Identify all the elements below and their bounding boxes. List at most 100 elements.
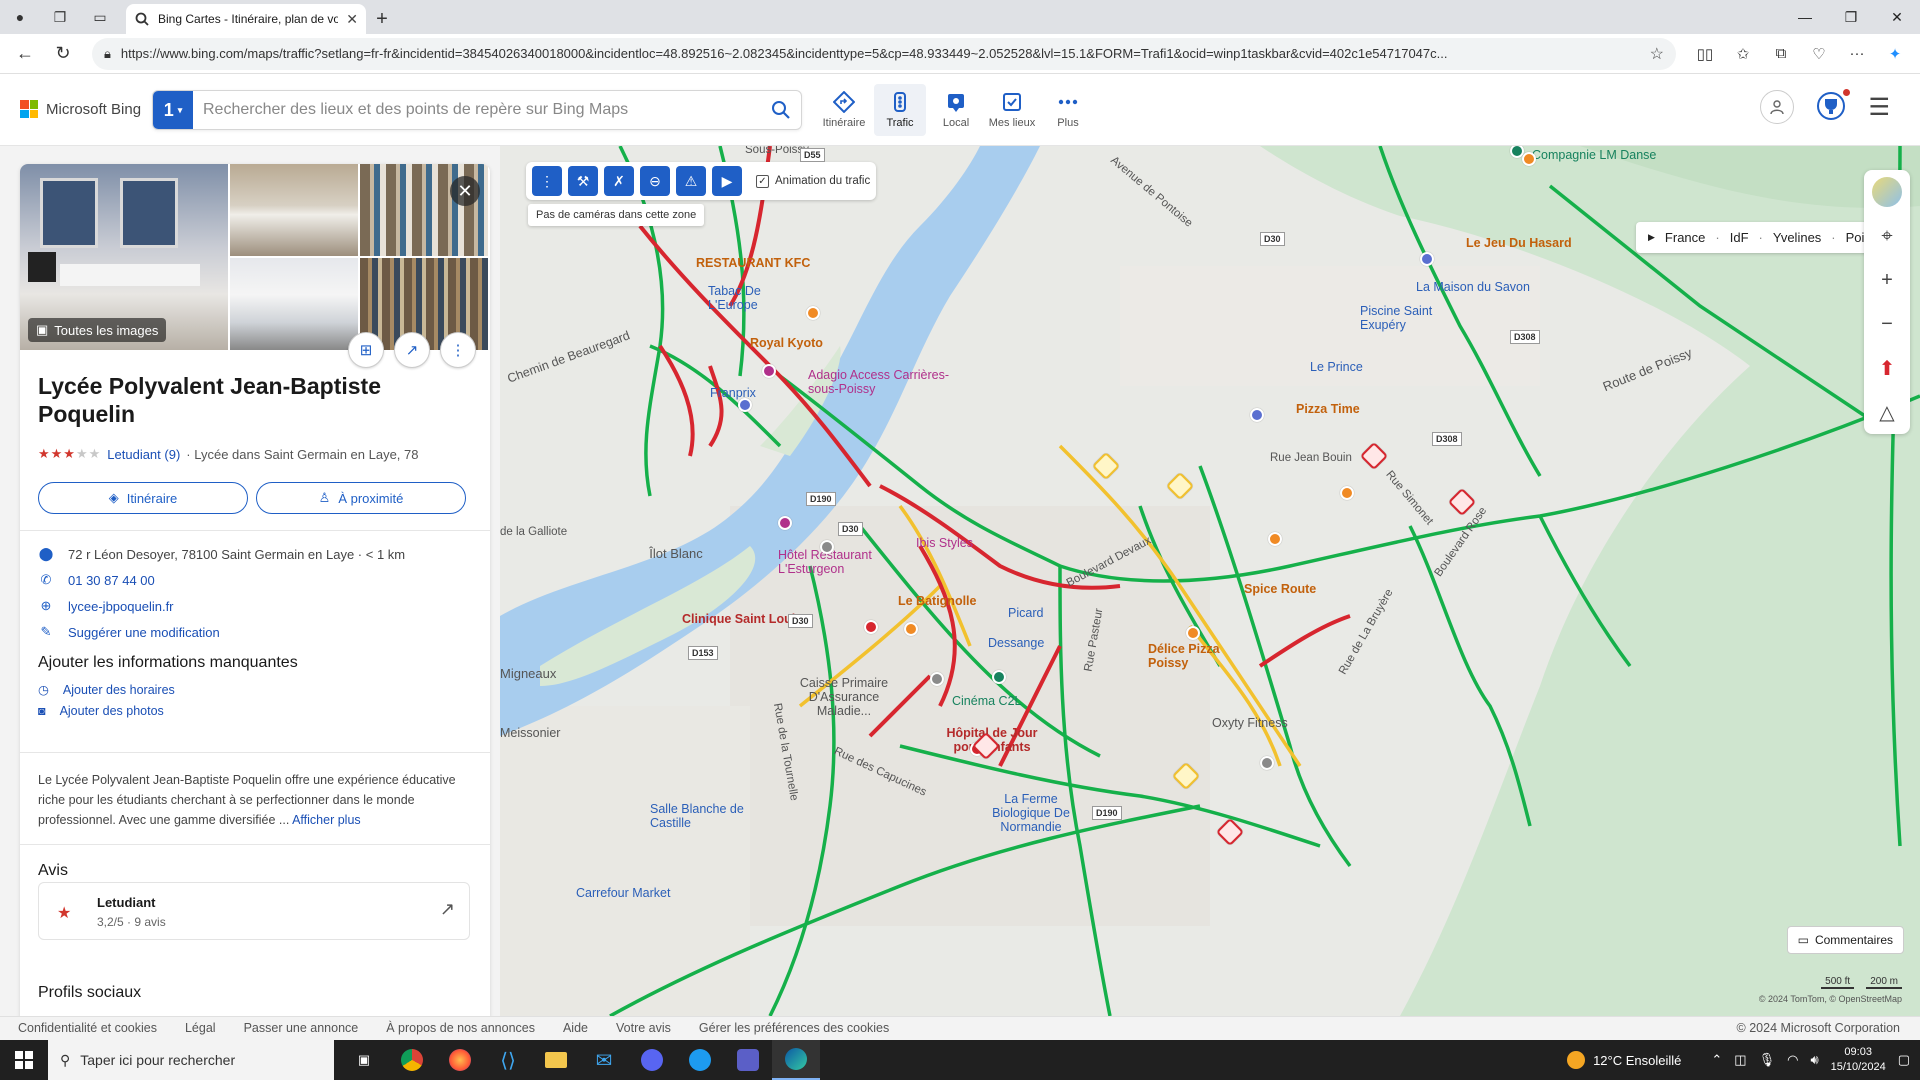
tilt-view-icon[interactable]: △ [1864, 390, 1910, 434]
phone-link[interactable]: 01 30 87 44 00 [68, 573, 155, 588]
network-icon[interactable]: ◫ [1734, 1052, 1746, 1068]
incident-warning-icon[interactable]: ⚠ [676, 166, 706, 196]
a-proximite-button[interactable]: ♙ À proximité [256, 482, 466, 514]
map-label[interactable]: Compagnie LM Danse [1532, 148, 1656, 162]
map-label[interactable]: La Maison du Savon [1416, 280, 1530, 294]
website-link[interactable]: lycee-jbpoquelin.fr [68, 599, 174, 614]
restaurant-pin-icon[interactable] [806, 306, 820, 320]
shop-pin-icon[interactable] [1420, 252, 1434, 266]
save-place-icon[interactable]: ⊞ [348, 332, 384, 368]
shop-pin-icon[interactable] [738, 398, 752, 412]
close-gallery-icon[interactable]: ✕ [450, 176, 480, 206]
checkbox-checked[interactable]: ✓ [756, 174, 769, 188]
traffic-flow-icon[interactable]: ⋮ [532, 166, 562, 196]
map-label[interactable]: Hôtel Restaurant L'Esturgeon [778, 548, 888, 576]
tab-plus[interactable]: Plus [1042, 84, 1094, 136]
tab-local[interactable]: Local [930, 84, 982, 136]
close-window-icon[interactable]: ✕ [1874, 0, 1920, 34]
map-label[interactable]: Clinique Saint Louis [682, 612, 802, 626]
search-input[interactable] [193, 92, 761, 128]
map-label[interactable]: Cinéma C2L [952, 694, 1021, 708]
close-tab-icon[interactable]: ✕ [346, 11, 358, 28]
roadwork-icon[interactable]: ✗ [604, 166, 634, 196]
map-label[interactable]: Oxyty Fitness [1212, 716, 1288, 730]
search-icon[interactable] [761, 100, 801, 120]
feedback-button[interactable]: ▭ Commentaires [1786, 926, 1904, 954]
app-icon[interactable] [676, 1040, 724, 1080]
restaurant-pin-icon[interactable] [1522, 152, 1536, 166]
suggest-row[interactable]: ✎ Suggérer une modification [38, 624, 220, 640]
hospital-pin-icon[interactable] [864, 620, 878, 634]
file-explorer-icon[interactable] [532, 1040, 580, 1080]
map-label[interactable]: Adagio Access Carrières-sous-Poissy [808, 368, 958, 396]
breadcrumb-item[interactable]: IdF [1730, 230, 1749, 245]
cinema-pin-icon[interactable] [992, 670, 1006, 684]
tab-trafic[interactable]: Trafic [874, 84, 926, 136]
volume-icon[interactable]: 🔊︎ [1810, 1052, 1818, 1068]
discord-icon[interactable] [628, 1040, 676, 1080]
map-label[interactable]: RESTAURANT KFC [696, 256, 810, 270]
footer-link[interactable]: À propos de nos annonces [386, 1021, 535, 1035]
favorites-icon[interactable]: ✩ [1726, 38, 1760, 70]
map-label[interactable]: Le Jeu Du Hasard [1466, 236, 1572, 250]
review-source-card[interactable]: ★ Letudiant 3,2/5 · 9 avis ↗ [38, 882, 470, 940]
gallery-image[interactable] [230, 258, 358, 350]
browser-essentials-icon[interactable]: ♡ [1802, 38, 1836, 70]
map-label[interactable]: Pizza Time [1296, 402, 1360, 416]
weather-widget[interactable]: 12°C Ensoleillé [1567, 1051, 1681, 1069]
map-style-icon[interactable] [1864, 170, 1910, 214]
tab-mes-lieux[interactable]: Mes lieux [986, 84, 1038, 136]
traffic-camera-icon[interactable]: ▶ [712, 166, 742, 196]
minimize-icon[interactable]: — [1782, 0, 1828, 34]
pin-icon[interactable] [930, 672, 944, 686]
taskbar-search[interactable]: ⚲ Taper ici pour rechercher [48, 1040, 334, 1080]
copilot-icon[interactable]: ✦ [1878, 38, 1912, 70]
compass-icon[interactable]: ⬆ [1864, 346, 1910, 390]
share-icon[interactable]: ↗ [394, 332, 430, 368]
restaurant-pin-icon[interactable] [904, 622, 918, 636]
map-label[interactable]: Carrefour Market [576, 886, 670, 900]
split-screen-icon[interactable]: ▯▯ [1688, 38, 1722, 70]
shop-pin-icon[interactable] [1250, 408, 1264, 422]
phone-row[interactable]: ✆ 01 30 87 44 00 [38, 572, 155, 588]
rewards-icon[interactable] [1816, 88, 1851, 124]
teams-icon[interactable] [724, 1040, 772, 1080]
breadcrumb-item[interactable]: France [1665, 230, 1705, 245]
image-gallery[interactable]: ▣ Toutes les images ✕ [20, 164, 490, 350]
profile-icon[interactable]: ● [0, 0, 40, 34]
road-closure-icon[interactable]: ⊖ [640, 166, 670, 196]
map-label[interactable]: Salle Blanche de Castille [650, 802, 760, 830]
hotel-pin-icon[interactable] [778, 516, 792, 530]
breadcrumb-item[interactable]: Yvelines [1773, 230, 1821, 245]
gallery-image[interactable] [230, 164, 358, 256]
map-label[interactable]: Tabac De L'Europe [708, 284, 778, 312]
bing-logo[interactable]: Microsoft Bing [20, 100, 141, 118]
add-photos-link[interactable]: ◙ Ajouter des photos [38, 704, 164, 718]
chrome-icon[interactable] [388, 1040, 436, 1080]
footer-link[interactable]: Légal [185, 1021, 216, 1035]
tab-itineraire[interactable]: Itinéraire [818, 84, 870, 136]
hamburger-menu-icon[interactable]: ☰ [1868, 93, 1890, 122]
rating-source-link[interactable]: Letudiant (9) [107, 447, 180, 462]
clock[interactable]: 09:03 15/10/2024 [1831, 1045, 1886, 1075]
tab-actions-icon[interactable]: ▭ [80, 0, 120, 34]
website-row[interactable]: ⊕ lycee-jbpoquelin.fr [38, 598, 174, 614]
suggest-edit-link[interactable]: Suggérer une modification [68, 625, 220, 640]
map-label[interactable]: Délice Pizza Poissy [1148, 642, 1258, 670]
restaurant-pin-icon[interactable] [1340, 486, 1354, 500]
firefox-icon[interactable] [436, 1040, 484, 1080]
waypoint-badge[interactable]: 1 ▾ [153, 91, 193, 129]
settings-more-icon[interactable]: ··· [1840, 38, 1874, 70]
map-label[interactable]: Spice Route [1244, 582, 1316, 596]
vscode-icon[interactable]: ⟨⟩ [484, 1040, 532, 1080]
browser-tab-active[interactable]: Bing Cartes - Itinéraire, plan de vo ✕ [126, 4, 366, 34]
tray-chevron-icon[interactable]: ⌃ [1711, 1052, 1722, 1068]
account-icon[interactable] [1760, 90, 1795, 124]
restaurant-pin-icon[interactable] [1186, 626, 1200, 640]
microphone-icon[interactable]: 🎙︎ [1759, 1052, 1776, 1068]
all-images-button[interactable]: ▣ Toutes les images [28, 318, 167, 342]
footer-link[interactable]: Gérer les préférences des cookies [699, 1021, 889, 1035]
back-icon[interactable]: ← [8, 38, 42, 70]
restore-icon[interactable]: ❐ [1828, 0, 1874, 34]
task-view-icon[interactable]: ▣ [340, 1040, 388, 1080]
